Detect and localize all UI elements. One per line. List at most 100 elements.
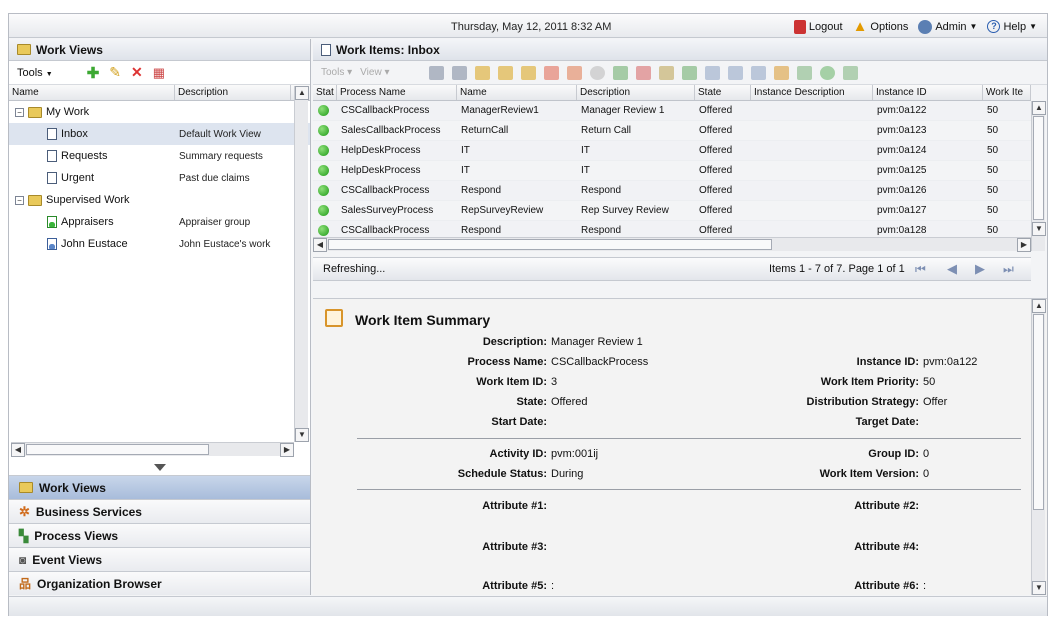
reallocate-icon[interactable] [567,65,583,80]
status-cell [313,125,337,136]
last-page-icon[interactable]: ⏭ [1003,262,1014,277]
open-forward-icon[interactable] [498,65,514,80]
column-description[interactable]: Description [577,85,695,100]
chevron-down-icon: ▼ [969,22,978,31]
schedule-status-label: Schedule Status: [457,468,547,480]
column-name[interactable]: Name [457,85,577,100]
search-icon[interactable] [751,65,767,80]
next-page-icon[interactable]: ▶ [975,261,985,277]
delete-icon[interactable]: ✕ [131,64,143,81]
instance-id-cell: pvm:0a125 [877,165,927,176]
sort-icon[interactable] [728,65,744,80]
cancel-icon[interactable] [544,65,560,80]
nav-process-views[interactable]: ▚ Process Views [9,523,310,547]
scroll-left-icon[interactable]: ◀ [11,443,25,457]
column-instance-id[interactable]: Instance ID [873,85,983,100]
table-row[interactable]: HelpDeskProcess IT IT Offered pvm:0a125 50 [313,161,1031,181]
admin-menu[interactable]: Admin ▼ [918,19,978,34]
resume-icon[interactable] [682,65,698,80]
priority-icon[interactable] [636,65,652,80]
scroll-up-icon[interactable]: ▲ [1032,101,1046,115]
approve-icon[interactable] [797,65,813,80]
tree-item-appraisers[interactable]: Appraisers Appraiser group [9,211,310,233]
tools-menu[interactable]: Tools ▼ [17,67,53,79]
tree-item-john-eustace[interactable]: John Eustace John Eustace's work [9,233,310,255]
export-icon[interactable] [843,65,859,80]
scroll-up-icon[interactable]: ▲ [1032,299,1046,313]
first-page-icon[interactable]: ⏮ [915,262,926,277]
collapse-icon[interactable]: − [15,195,24,205]
nav-work-views[interactable]: Work Views [9,475,310,499]
tree-item-urgent[interactable]: Urgent Past due claims [9,167,310,189]
table-row[interactable]: SalesCallbackProcess ReturnCall Return Cal… [313,121,1031,141]
scroll-down-icon[interactable]: ▼ [295,428,309,442]
table-row[interactable]: CSCallbackProcess ManagerReview1 Manager R… [313,101,1031,121]
grid-horizontal-scrollbar[interactable]: ◀ ▶ [313,237,1031,252]
suspend-icon[interactable] [659,65,675,80]
process-name-cell: CSCallbackProcess [341,185,430,196]
column-work-item[interactable]: Work Ite [983,85,1031,100]
nav-event-views[interactable]: ◙ Event Views [9,547,310,571]
save-all-icon[interactable] [452,65,468,80]
timer-icon[interactable] [590,65,606,80]
tree-item-my-work[interactable]: − My Work [9,101,310,123]
logout-link[interactable]: Logout [793,19,843,34]
table-row[interactable]: CSCallbackProcess Respond Respond Offered pv… [313,181,1031,201]
splitter-handle[interactable] [154,464,166,471]
folder-icon [17,44,31,55]
previous-page-icon[interactable]: ◀ [947,261,957,277]
save-icon[interactable] [429,65,445,80]
column-status[interactable]: Stat [313,85,337,100]
columns-icon[interactable] [774,65,790,80]
open-back-icon[interactable] [521,65,537,80]
add-icon[interactable]: ✚ [87,64,100,82]
nav-business-services[interactable]: ✲ Business Services [9,499,310,523]
instance-id-cell: pvm:0a124 [877,145,927,156]
tree-item-inbox[interactable]: Inbox Default Work View [9,123,310,145]
view-menu-disabled[interactable]: View ▾ [360,67,389,78]
tree-item-requests[interactable]: Requests Summary requests [9,145,310,167]
scroll-down-icon[interactable]: ▼ [1032,581,1046,595]
scroll-up-icon[interactable]: ▲ [295,86,309,100]
summary-vertical-scrollbar[interactable]: ▲ ▼ [1031,299,1046,595]
name-cell: ManagerReview1 [461,105,539,116]
column-instance-description[interactable]: Instance Description [751,85,873,100]
scroll-thumb[interactable] [26,444,209,455]
priority-value: 50 [923,376,936,388]
edit-icon[interactable]: ✎ [109,64,121,81]
column-description[interactable]: Description [175,85,291,100]
options-link[interactable]: ▲ Options [853,18,909,35]
column-name[interactable]: Name [9,85,175,100]
table-row[interactable]: SalesSurveyProcess RepSurveyReview Rep Sur… [313,201,1031,221]
tools-menu-disabled[interactable]: Tools ▾ [321,67,352,78]
column-process-name[interactable]: Process Name [337,85,457,100]
pend-icon[interactable] [613,65,629,80]
work-item-priority-cell: 50 [987,185,999,196]
tree-column-header: Name Description [9,85,310,101]
tree-horizontal-scrollbar[interactable]: ◀ ▶ [11,442,294,457]
grid-vertical-scrollbar[interactable]: ▲ ▼ [1031,101,1046,251]
scroll-right-icon[interactable]: ▶ [280,443,294,457]
scroll-left-icon[interactable]: ◀ [313,238,327,252]
tree-vertical-scrollbar[interactable]: ▲ ▼ [294,86,309,442]
scroll-thumb[interactable] [328,239,772,250]
tree-item-supervised-work[interactable]: − Supervised Work [9,189,310,211]
scroll-down-icon[interactable]: ▼ [1032,222,1046,236]
delete-all-icon[interactable]: ▦ [153,65,165,81]
attribute-6-value: : [923,580,927,592]
scroll-thumb[interactable] [1033,314,1044,510]
scroll-right-icon[interactable]: ▶ [1017,238,1031,252]
name-cell: RepSurveyReview [461,205,544,216]
nav-organization-browser[interactable]: 品 Organization Browser [9,571,310,595]
open-icon[interactable] [475,65,491,80]
logout-icon [793,19,806,34]
help-menu[interactable]: ? Help ▼ [987,20,1037,33]
column-state[interactable]: State [695,85,751,100]
filter-icon[interactable] [705,65,721,80]
refresh-icon[interactable] [820,65,836,80]
chevron-down-icon: ▼ [1029,22,1037,31]
collapse-icon[interactable]: − [15,107,24,117]
table-row[interactable]: HelpDeskProcess IT IT Offered pvm:0a124 50 [313,141,1031,161]
scroll-thumb[interactable] [1033,116,1044,220]
status-offered-icon [318,165,329,176]
